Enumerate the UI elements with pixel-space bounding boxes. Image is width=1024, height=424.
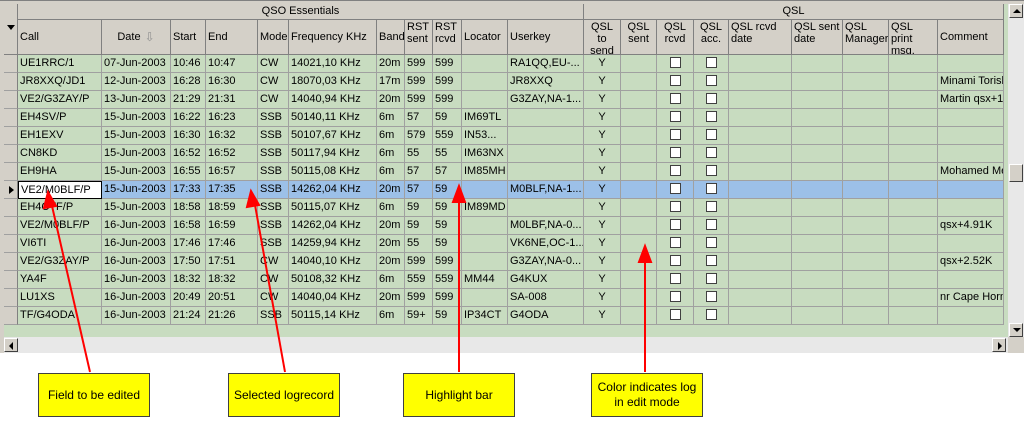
callout-text: Color indicates log in edit mode xyxy=(597,380,697,409)
callout-selected-logrecord: Selected logrecord xyxy=(228,373,340,417)
callout-text: Field to be edited xyxy=(47,387,141,402)
callout-text: Selected logrecord xyxy=(233,387,335,402)
arrowhead-field-icon xyxy=(42,189,58,210)
arrowhead-selected-icon xyxy=(245,188,261,209)
annotation-arrows xyxy=(42,183,653,373)
arrowhead-color-icon xyxy=(637,243,653,263)
arrow-field xyxy=(51,205,91,373)
arrow-selected xyxy=(254,204,286,373)
callout-edit-mode-color: Color indicates log in edit mode xyxy=(591,373,703,417)
callout-text: Highlight bar xyxy=(425,387,493,402)
callout-field-to-be-edited: Field to be edited xyxy=(38,373,150,417)
arrowhead-highlight-icon xyxy=(451,183,467,203)
callout-highlight-bar: Highlight bar xyxy=(403,373,515,417)
